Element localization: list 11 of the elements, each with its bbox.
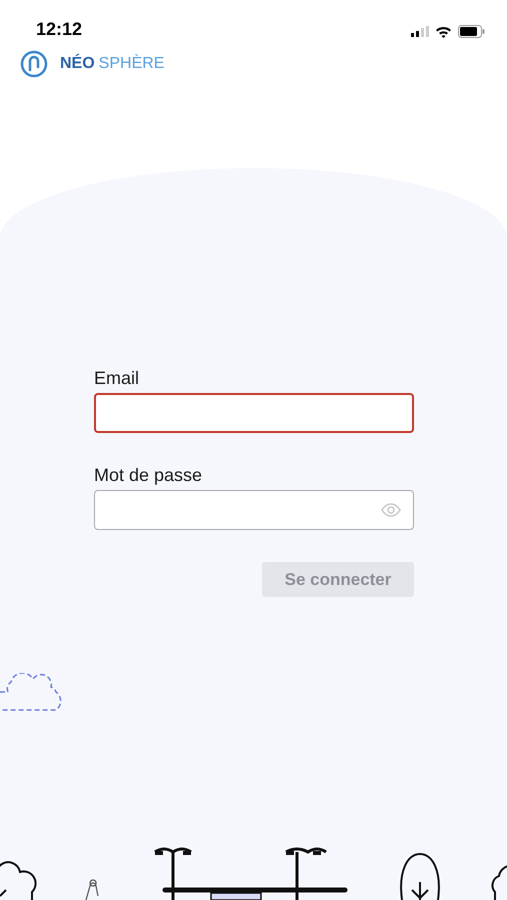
password-field[interactable] (94, 490, 414, 530)
signal-icon (411, 26, 429, 37)
logo-icon (20, 50, 48, 78)
eye-icon[interactable] (381, 503, 401, 517)
battery-icon (458, 25, 485, 38)
field-label: Mot de passe (94, 465, 204, 486)
field-label: Email (94, 368, 140, 389)
status-time: 12:12 (36, 19, 82, 40)
brand-name: NÉO SPHÈRE (60, 55, 164, 73)
email-field[interactable] (94, 393, 414, 433)
wifi-icon (435, 26, 452, 38)
